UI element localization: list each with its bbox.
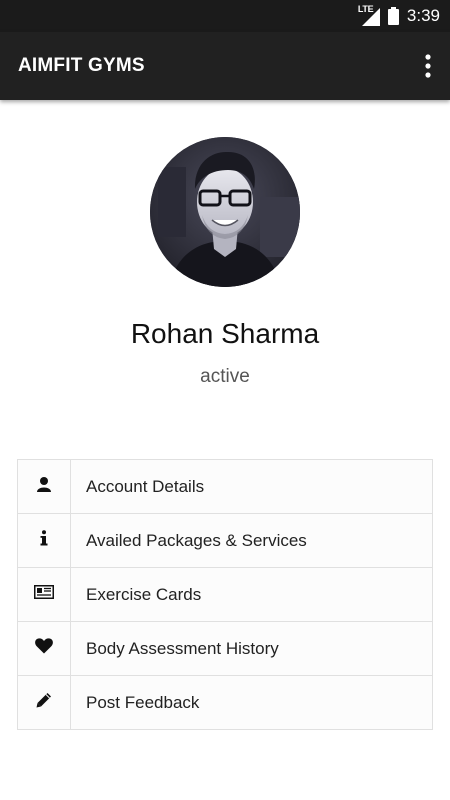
membership-status: active xyxy=(200,366,250,387)
pencil-icon xyxy=(36,692,52,713)
menu-label: Body Assessment History xyxy=(86,638,279,658)
app-bar: AIMFIT GYMS xyxy=(0,32,450,100)
menu-label: Exercise Cards xyxy=(86,584,202,604)
menu-label: Account Details xyxy=(86,476,205,496)
status-bar: LTE 3:39 xyxy=(0,0,450,32)
menu-label: Post Feedback xyxy=(86,692,200,712)
menu-icon-cell xyxy=(18,568,71,621)
heart-icon xyxy=(35,638,53,659)
id-card-icon xyxy=(34,585,54,604)
menu-item-exercise-cards[interactable]: Exercise Cards xyxy=(18,568,432,622)
user-icon xyxy=(36,476,52,497)
info-icon xyxy=(40,530,48,551)
battery-icon xyxy=(387,7,399,25)
menu-item-post-feedback[interactable]: Post Feedback xyxy=(18,676,432,729)
menu-icon-cell xyxy=(18,622,71,675)
menu-item-availed-packages[interactable]: Availed Packages & Services xyxy=(18,514,432,568)
menu-icon-cell xyxy=(18,460,71,513)
menu-item-account-details[interactable]: Account Details xyxy=(18,460,432,514)
lte-signal-icon: LTE xyxy=(358,4,380,26)
app-title: AIMFIT GYMS xyxy=(18,55,145,76)
user-name: Rohan Sharma xyxy=(130,318,320,349)
menu-icon-cell xyxy=(18,514,71,567)
more-vert-icon[interactable] xyxy=(418,52,438,80)
menu-label: Availed Packages & Services xyxy=(86,530,307,550)
profile-avatar xyxy=(150,137,300,287)
menu-icon-cell xyxy=(18,676,71,729)
menu-item-body-assessment-history[interactable]: Body Assessment History xyxy=(18,622,432,676)
status-time: 3:39 xyxy=(406,6,440,25)
status-icons: LTE 3:39 xyxy=(358,0,440,32)
profile-menu: Account Details Availed Packages & Servi… xyxy=(17,459,433,730)
